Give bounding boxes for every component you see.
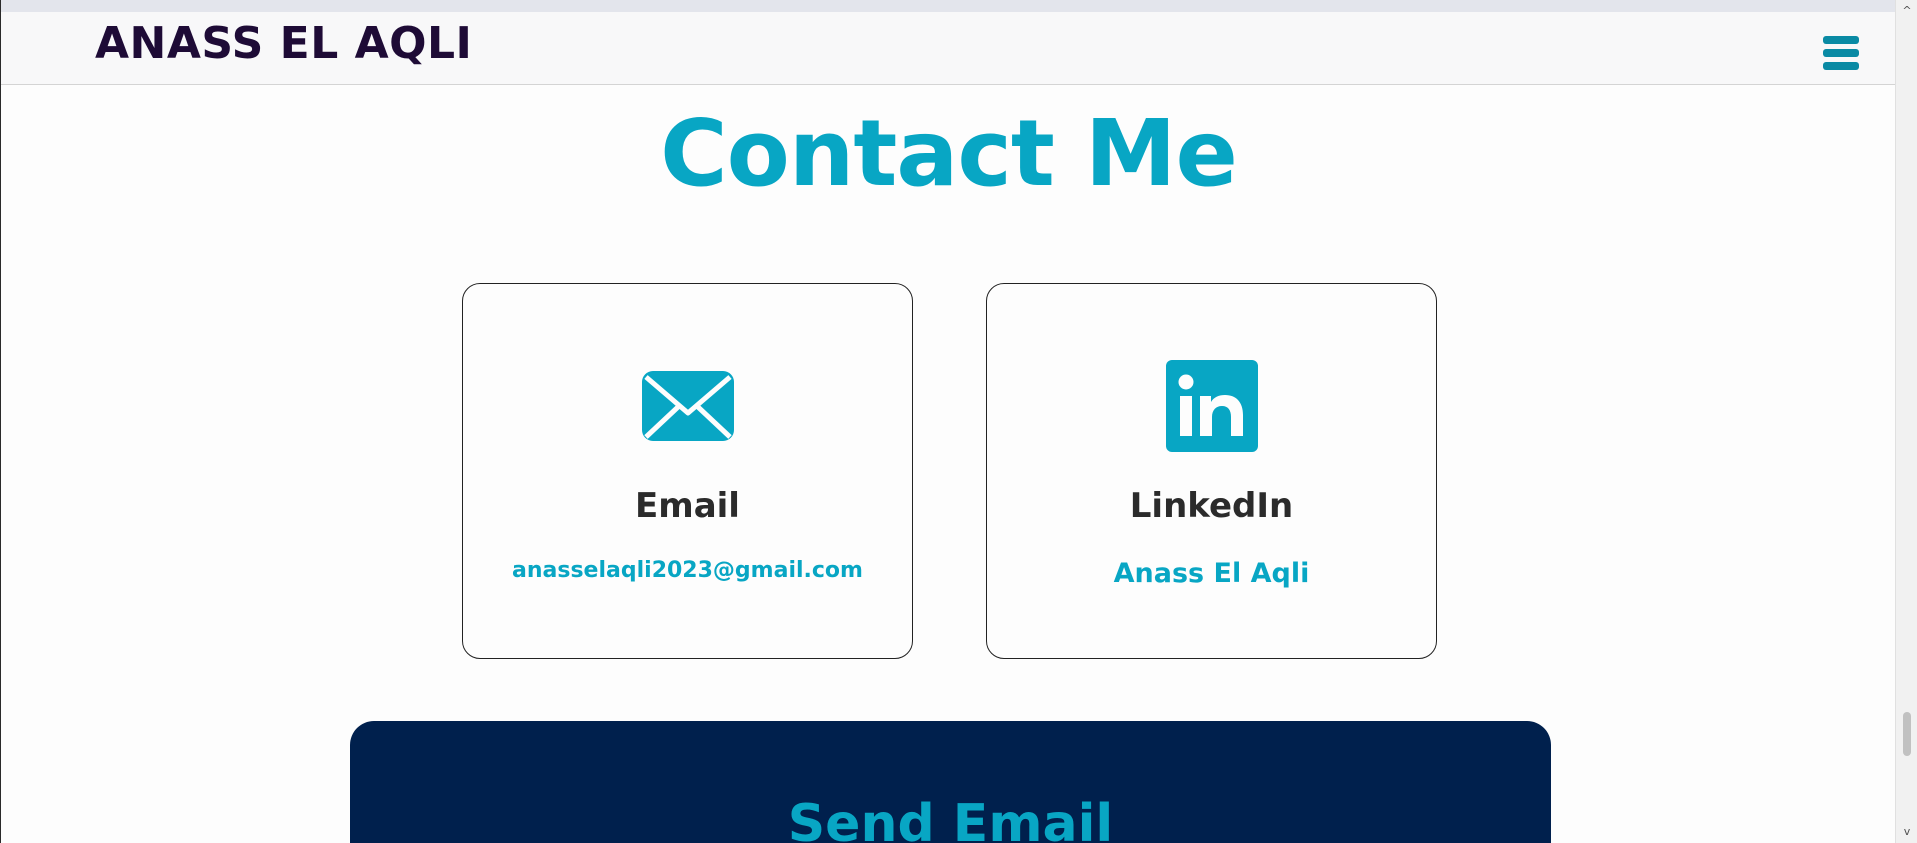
send-email-panel: Send Email xyxy=(350,721,1551,843)
email-link[interactable]: anasselaqli2023@gmail.com xyxy=(463,556,912,586)
menu-bar xyxy=(1823,49,1859,57)
menu-bar xyxy=(1823,62,1859,70)
linkedin-card: LinkedIn Anass El Aqli xyxy=(986,283,1437,659)
linkedin-icon[interactable] xyxy=(1165,360,1258,452)
vertical-scrollbar[interactable]: ^ v xyxy=(1895,0,1917,843)
linkedin-link[interactable]: Anass El Aqli xyxy=(987,556,1436,592)
scroll-up-arrow-icon[interactable]: ^ xyxy=(1896,2,1917,20)
linkedin-icon-wrap xyxy=(987,360,1436,452)
email-icon-wrap xyxy=(463,371,912,441)
brand-name[interactable]: ANASS EL AQLI xyxy=(95,16,472,72)
scroll-down-arrow-icon[interactable]: v xyxy=(1896,823,1917,841)
top-strip xyxy=(1,0,1895,12)
navbar: ANASS EL AQLI xyxy=(1,12,1895,85)
email-title: Email xyxy=(635,486,740,526)
menu-bar xyxy=(1823,36,1859,44)
scroll-thumb[interactable] xyxy=(1903,712,1911,756)
page-viewport: ANASS EL AQLI Contact Me Email anasselaq… xyxy=(0,0,1895,843)
hamburger-menu-icon[interactable] xyxy=(1823,36,1859,70)
email-card: Email anasselaqli2023@gmail.com xyxy=(462,283,913,659)
page-title: Contact Me xyxy=(660,100,1238,207)
envelope-icon xyxy=(641,371,734,441)
send-email-title: Send Email xyxy=(787,794,1114,843)
linkedin-title: LinkedIn xyxy=(1129,486,1294,526)
